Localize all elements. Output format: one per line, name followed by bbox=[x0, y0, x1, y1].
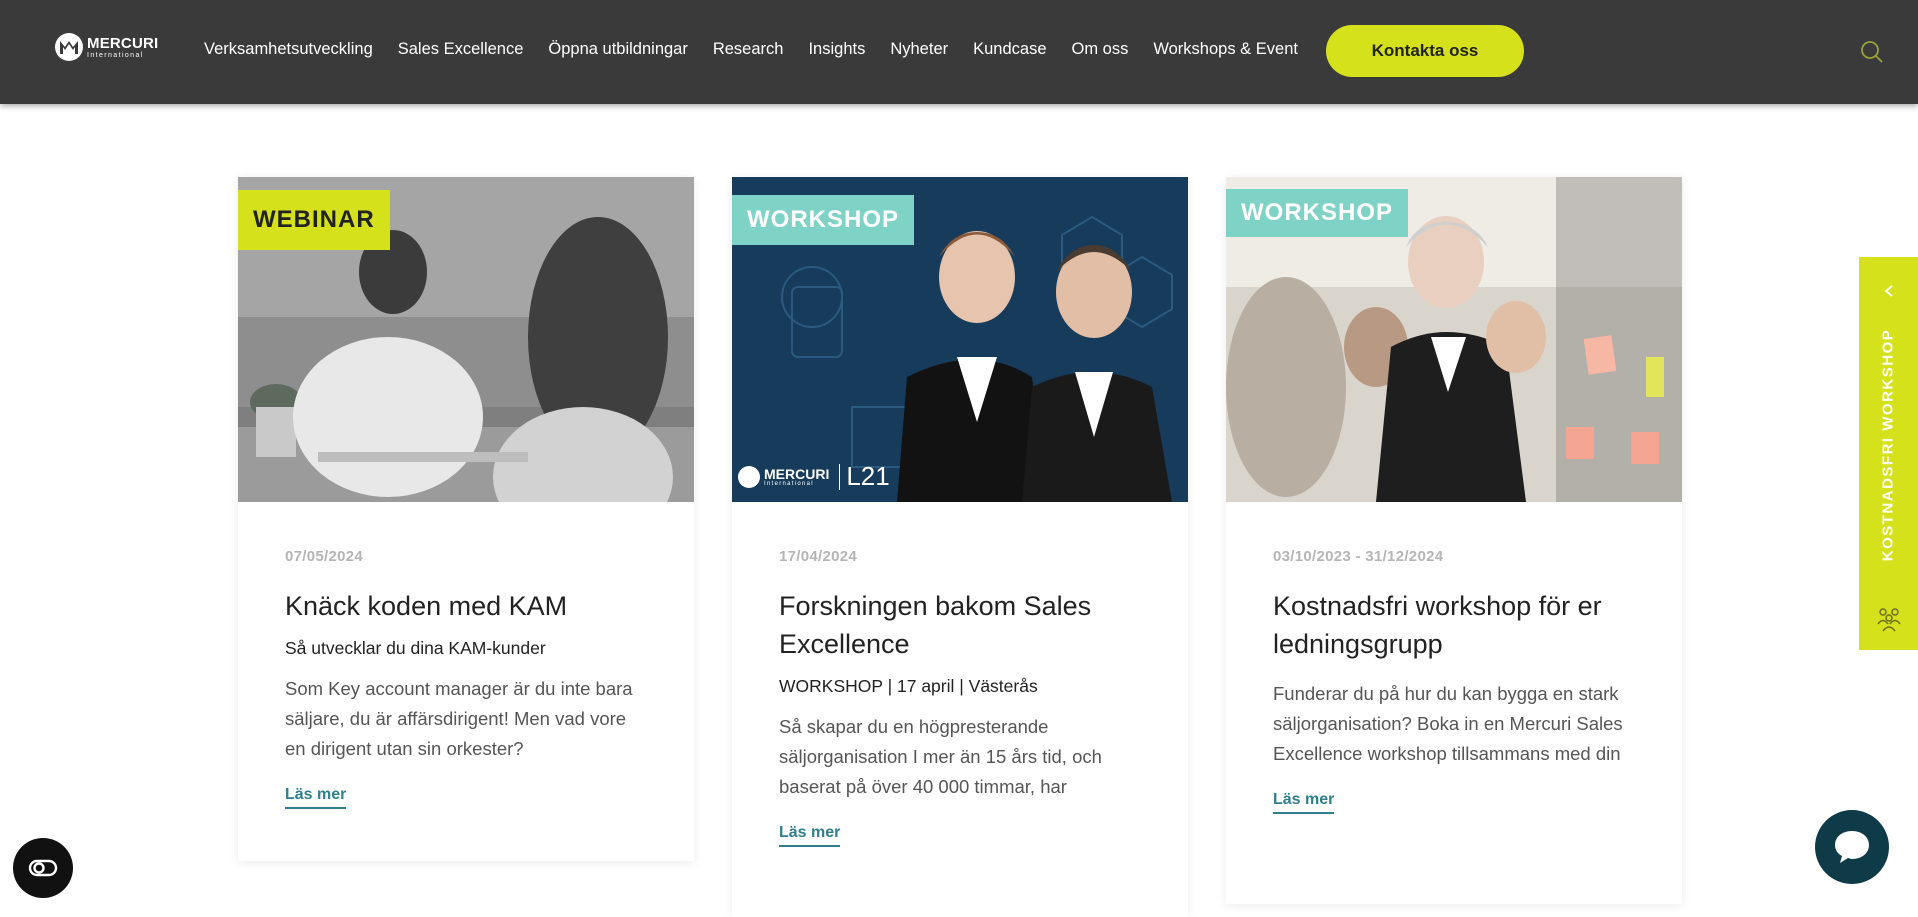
card-image-webinar: WEBINAR bbox=[238, 177, 694, 502]
badge-webinar: WEBINAR bbox=[238, 190, 390, 250]
event-card-forskningen[interactable]: WORKSHOP MERCURI International L21 17/04… bbox=[732, 177, 1188, 917]
card-image-workshop-team: WORKSHOP bbox=[1226, 177, 1682, 502]
mercuri-logo[interactable]: MERCURI International bbox=[55, 32, 161, 62]
event-card-kostnadsfri-workshop[interactable]: WORKSHOP 03/10/2023 - 31/12/2024 Kostnad… bbox=[1226, 177, 1682, 904]
logo-text: MERCURI bbox=[87, 34, 159, 52]
nav-item-research[interactable]: Research bbox=[713, 40, 784, 59]
image-tag-l21: L21 bbox=[846, 461, 890, 491]
nav-item-sales-excellence[interactable]: Sales Excellence bbox=[398, 40, 524, 59]
main-nav: Verksamhetsutveckling Sales Excellence Ö… bbox=[204, 40, 1323, 59]
top-navigation-bar: MERCURI International Verksamhetsutveckl… bbox=[0, 0, 1918, 104]
card-title[interactable]: Knäck koden med KAM bbox=[285, 587, 647, 625]
nav-item-insights[interactable]: Insights bbox=[808, 40, 865, 59]
badge-workshop: WORKSHOP bbox=[732, 195, 914, 245]
read-more-link[interactable]: Läs mer bbox=[1273, 791, 1335, 814]
nav-item-om-oss[interactable]: Om oss bbox=[1072, 40, 1129, 59]
card-title[interactable]: Forskningen bakom Sales Excellence bbox=[779, 587, 1141, 663]
search-icon[interactable] bbox=[1860, 40, 1884, 64]
logo-mark-icon bbox=[55, 33, 83, 61]
side-tab-label: KOSTNADSFRI WORKSHOP bbox=[1879, 328, 1897, 562]
nav-item-kundcase[interactable]: Kundcase bbox=[973, 40, 1046, 59]
card-description: Så skapar du en högpresterande säljorgan… bbox=[779, 716, 1102, 797]
card-date: 03/10/2023 - 31/12/2024 bbox=[1273, 548, 1444, 565]
logo-subtext: International bbox=[87, 51, 144, 59]
event-card-kam[interactable]: WEBINAR 07/05/2024 Knäck koden med KAM S… bbox=[238, 177, 694, 861]
read-more-link[interactable]: Läs mer bbox=[779, 824, 841, 847]
card-description: Funderar du på hur du kan bygga en stark… bbox=[1273, 683, 1623, 764]
nav-item-oppna-utbildningar[interactable]: Öppna utbildningar bbox=[548, 40, 687, 59]
accessibility-toggle-icon bbox=[28, 859, 58, 877]
card-title[interactable]: Kostnadsfri workshop för er ledningsgrup… bbox=[1273, 587, 1635, 663]
image-logo-text: MERCURI bbox=[764, 465, 830, 482]
card-subtitle: WORKSHOP | 17 april | Västerås bbox=[779, 676, 1038, 696]
chat-button[interactable] bbox=[1815, 810, 1889, 884]
contact-button[interactable]: Kontakta oss bbox=[1326, 25, 1524, 77]
accessibility-button[interactable] bbox=[13, 838, 73, 898]
people-group-icon bbox=[1877, 608, 1901, 632]
read-more-link[interactable]: Läs mer bbox=[285, 786, 347, 809]
nav-item-workshops-event[interactable]: Workshops & Event bbox=[1153, 40, 1298, 59]
card-date: 17/04/2024 bbox=[779, 548, 858, 565]
card-image-workshop-l21: WORKSHOP MERCURI International L21 bbox=[732, 177, 1188, 502]
chat-bubble-icon bbox=[1835, 831, 1869, 863]
card-description: Som Key account manager är du inte bara … bbox=[285, 678, 633, 759]
badge-workshop: WORKSHOP bbox=[1226, 189, 1408, 237]
card-date: 07/05/2024 bbox=[285, 548, 364, 565]
chevron-left-icon[interactable] bbox=[1879, 281, 1899, 301]
side-tab-free-workshop[interactable]: KOSTNADSFRI WORKSHOP bbox=[1859, 257, 1918, 650]
nav-item-nyheter[interactable]: Nyheter bbox=[890, 40, 948, 59]
card-subtitle: Så utvecklar du dina KAM-kunder bbox=[285, 638, 546, 658]
image-mercuri-logo: MERCURI International L21 bbox=[738, 461, 890, 492]
nav-item-verksamhetsutveckling[interactable]: Verksamhetsutveckling bbox=[204, 40, 373, 59]
